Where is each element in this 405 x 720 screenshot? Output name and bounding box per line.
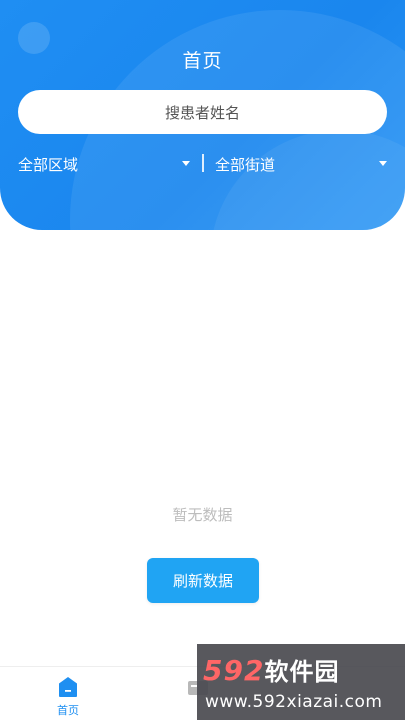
refresh-data-button[interactable]: 刷新数据 [147, 558, 259, 603]
header-banner: 首页 搜患者姓名 全部区域 全部街道 [0, 0, 405, 230]
region-filter-dropdown[interactable]: 全部区域 [18, 150, 190, 178]
watermark-url: www.592xiazai.com [205, 692, 383, 712]
empty-state-message: 暂无数据 [172, 506, 233, 524]
street-filter-dropdown[interactable]: 全部街道 [215, 150, 387, 178]
site-watermark: 592软件园 www.592xiazai.com [197, 644, 405, 720]
app-screen: 首页 搜患者姓名 全部区域 全部街道 暂无数据 刷新数据 首页 592软件园 w… [0, 0, 405, 720]
search-input[interactable]: 搜患者姓名 [18, 90, 387, 134]
watermark-text: 软件园 [264, 658, 340, 686]
page-title: 首页 [182, 50, 223, 72]
caret-down-icon [379, 161, 387, 166]
filter-divider [202, 154, 204, 172]
search-placeholder: 搜患者姓名 [164, 103, 240, 122]
region-filter-label: 全部区域 [18, 155, 79, 174]
refresh-data-label: 刷新数据 [172, 572, 233, 590]
street-filter-label: 全部街道 [215, 155, 276, 174]
caret-down-icon [182, 161, 190, 166]
filter-bar: 全部区域 全部街道 [0, 150, 405, 178]
home-icon [56, 675, 80, 699]
watermark-logo: 592软件园 [203, 652, 339, 687]
watermark-number: 592 [203, 654, 265, 687]
tab-home[interactable]: 首页 [38, 675, 98, 718]
tab-home-label: 首页 [57, 704, 79, 717]
